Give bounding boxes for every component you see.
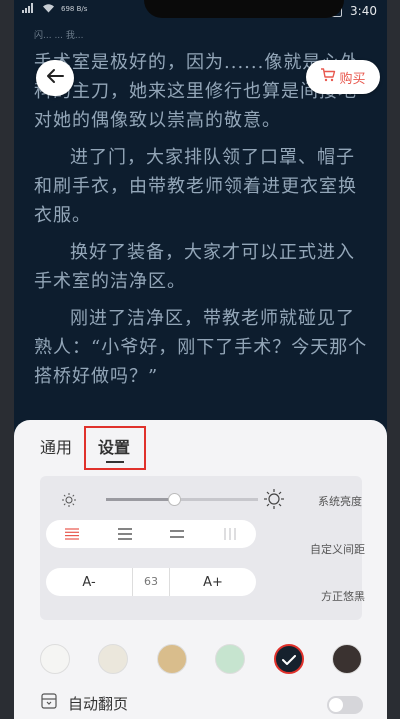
font-decrease-button[interactable]: A- xyxy=(46,575,132,590)
paragraph: 刚进了洁净区，带教老师就碰见了熟人：“小爷好，刚下了手术？今天那个搭桥好做吗？” xyxy=(34,308,368,387)
font-size-selector: A- 63 A+ xyxy=(46,568,256,596)
theme-swatch-dark[interactable] xyxy=(331,644,362,674)
reader-content: 手术室是极好的，因为......像就是心外科的主刀，她来这里修行也算是间接地对她… xyxy=(14,48,387,399)
buy-label: 购买 xyxy=(339,71,366,87)
tab-general[interactable]: 通用 xyxy=(40,434,72,458)
theme-swatch-green[interactable] xyxy=(215,644,246,674)
theme-swatch-navy[interactable] xyxy=(273,644,304,674)
network-speed: 698 B/s xyxy=(61,5,88,13)
auto-page-toggle[interactable] xyxy=(327,696,363,714)
brightness-low-icon xyxy=(62,492,76,511)
settings-panel: 通用 设置 系统亮度 自定义间距 A- 63 A+ 方正悠黑 自动翻页 xyxy=(14,420,387,719)
theme-colors xyxy=(40,644,380,674)
theme-swatch-cream[interactable] xyxy=(98,644,129,674)
font-size-value: 63 xyxy=(132,568,170,596)
brightness-row: 系统亮度 xyxy=(62,488,362,512)
reader-screen[interactable]: 698 B/s 85 3:40 闪... ... 我... 手术室是极好的，因为… xyxy=(14,0,387,719)
status-left: 698 B/s xyxy=(22,3,87,16)
arrow-left-icon xyxy=(46,68,64,88)
spacing-wide-icon[interactable] xyxy=(170,525,185,544)
theme-swatch-white[interactable] xyxy=(40,644,70,674)
spacing-selector xyxy=(46,520,256,548)
brightness-high-icon xyxy=(264,489,284,513)
font-family-button[interactable]: 方正悠黑 xyxy=(321,588,365,604)
theme-swatch-tan[interactable] xyxy=(156,644,187,674)
phone-frame: 698 B/s 85 3:40 闪... ... 我... 手术室是极好的，因为… xyxy=(0,0,400,719)
auto-page-label: 自动翻页 xyxy=(68,694,129,713)
brightness-label: 系统亮度 xyxy=(318,495,362,508)
auto-page-icon xyxy=(40,692,58,714)
spacing-normal-icon[interactable] xyxy=(117,525,132,544)
brightness-slider[interactable] xyxy=(106,493,258,506)
spacing-compact-icon[interactable] xyxy=(65,525,80,544)
spacing-custom-icon[interactable] xyxy=(223,525,237,544)
signal-icon xyxy=(22,3,36,16)
paragraph: 进了门，大家排队领了口罩、帽子和刷手衣，由带教老师领着进更衣室换衣服。 xyxy=(34,147,357,226)
notification-preview: 闪... ... 我... xyxy=(34,31,84,41)
brightness-slider-fill xyxy=(106,498,175,501)
auto-page-row: 自动翻页 xyxy=(40,692,128,714)
camera-notch xyxy=(144,0,344,18)
checkmark-icon xyxy=(281,650,296,669)
tab-highlight-box xyxy=(84,426,146,470)
paragraph: 换好了装备，大家才可以正式进入手术室的洁净区。 xyxy=(34,242,355,292)
buy-button[interactable]: 购买 xyxy=(306,60,380,94)
spacing-label: 自定义间距 xyxy=(310,543,365,556)
font-increase-button[interactable]: A+ xyxy=(170,575,256,590)
wifi-icon xyxy=(42,3,55,16)
brightness-slider-thumb[interactable] xyxy=(168,493,182,506)
shopping-cart-icon xyxy=(320,68,336,86)
toggle-knob xyxy=(329,698,343,712)
status-time: 3:40 xyxy=(350,3,377,18)
tab-active-underline xyxy=(106,461,124,463)
back-button[interactable] xyxy=(36,60,74,96)
